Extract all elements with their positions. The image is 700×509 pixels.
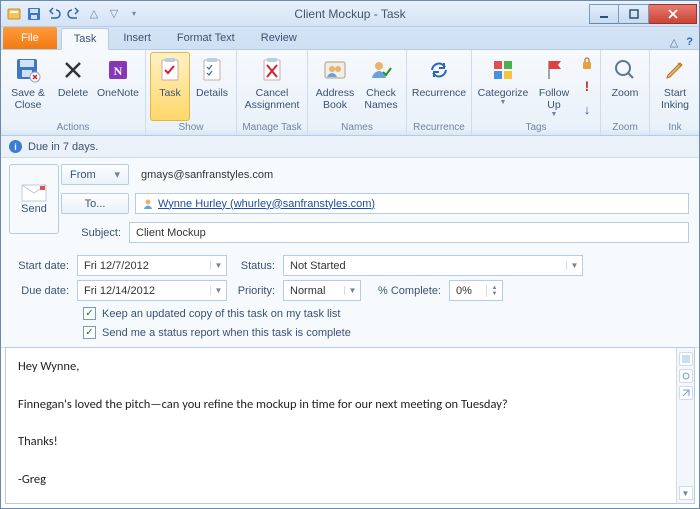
- group-label: Tags: [476, 121, 596, 135]
- check-names-button[interactable]: Check Names: [360, 52, 402, 121]
- window-buttons: [589, 4, 697, 24]
- tab-review[interactable]: Review: [249, 27, 309, 49]
- to-value[interactable]: Wynne Hurley (whurley@sanfranstyles.com): [158, 198, 375, 210]
- info-icon: i: [9, 140, 22, 153]
- label: Task: [159, 87, 181, 99]
- svg-text:N: N: [114, 64, 123, 78]
- message-body-container: Hey Wynne, Finnegan's loved the pitch—ca…: [5, 347, 695, 504]
- ribbon: Save & Close Delete N OneNote Actions Ta…: [1, 50, 699, 136]
- gutter-btn-1[interactable]: [679, 352, 693, 366]
- subject-label: Subject:: [61, 227, 129, 239]
- group-label: Ink: [654, 121, 696, 135]
- label: Check Names: [361, 87, 401, 111]
- label: OneNote: [97, 87, 139, 99]
- message-header: Send From▾ gmays@sanfranstyles.com To...…: [1, 158, 699, 348]
- start-date-label: Start date:: [9, 260, 77, 272]
- subject-field[interactable]: Client Mockup: [129, 222, 689, 243]
- label: Follow Up: [533, 87, 575, 111]
- label: Address Book: [313, 87, 357, 111]
- details-button[interactable]: Details: [192, 52, 232, 121]
- group-label: Manage Task: [241, 121, 303, 135]
- redo-icon[interactable]: [65, 5, 83, 23]
- label: Recurrence: [412, 87, 466, 99]
- label: Categorize: [478, 87, 529, 99]
- minimize-button[interactable]: [589, 4, 619, 24]
- ribbon-tab-row: File Task Insert Format Text Review △ ?: [1, 27, 699, 50]
- categorize-button[interactable]: Categorize▼: [476, 52, 530, 121]
- group-label: Recurrence: [411, 121, 467, 135]
- send-report-label: Send me a status report when this task i…: [102, 327, 351, 339]
- tags-extra: ! ↓: [578, 52, 596, 121]
- title-bar: △ ▽ ▾ Client Mockup - Task: [1, 1, 699, 27]
- label: Save & Close: [6, 87, 50, 111]
- high-importance-icon[interactable]: !: [585, 78, 590, 94]
- tab-task[interactable]: Task: [61, 28, 110, 50]
- complete-spinner[interactable]: 0% ▲▼: [449, 280, 503, 301]
- next-item-icon[interactable]: ▽: [105, 5, 123, 23]
- send-button[interactable]: Send: [9, 164, 59, 234]
- label: Details: [196, 87, 228, 99]
- gutter-btn-2[interactable]: [679, 369, 693, 383]
- save-and-close-button[interactable]: Save & Close: [5, 52, 51, 121]
- save-icon[interactable]: [25, 5, 43, 23]
- gutter-btn-3[interactable]: [679, 386, 693, 400]
- group-label: Show: [150, 121, 232, 135]
- tab-file[interactable]: File: [3, 27, 57, 49]
- delete-button[interactable]: Delete: [53, 52, 93, 121]
- envelope-icon: [20, 183, 48, 203]
- from-button[interactable]: From▾: [61, 164, 129, 185]
- label: Delete: [58, 87, 88, 99]
- send-report-checkbox[interactable]: ✓: [83, 326, 96, 339]
- label: Start Inking: [655, 87, 695, 111]
- tab-insert[interactable]: Insert: [111, 27, 163, 49]
- low-importance-icon[interactable]: ↓: [584, 102, 591, 117]
- group-label: Names: [312, 121, 402, 135]
- task-view-button[interactable]: Task: [150, 52, 190, 121]
- zoom-button[interactable]: Zoom: [605, 52, 645, 121]
- from-value: gmays@sanfranstyles.com: [135, 164, 689, 185]
- body-gutter: ▼: [676, 348, 694, 503]
- minimize-ribbon-icon[interactable]: △: [670, 36, 678, 49]
- maximize-button[interactable]: [619, 4, 649, 24]
- info-bar: i Due in 7 days.: [1, 136, 699, 158]
- priority-dropdown[interactable]: Normal▼: [283, 280, 361, 301]
- previous-item-icon[interactable]: △: [85, 5, 103, 23]
- due-date-picker[interactable]: Fri 12/14/2012▼: [77, 280, 227, 301]
- close-button[interactable]: [649, 4, 697, 24]
- message-body[interactable]: Hey Wynne, Finnegan's loved the pitch—ca…: [6, 348, 676, 503]
- status-label: Status:: [235, 260, 283, 272]
- info-text: Due in 7 days.: [28, 141, 98, 153]
- undo-icon[interactable]: [45, 5, 63, 23]
- start-inking-button[interactable]: Start Inking: [654, 52, 696, 121]
- address-book-button[interactable]: Address Book: [312, 52, 358, 121]
- qat-customize-icon[interactable]: ▾: [125, 5, 143, 23]
- complete-label: % Complete:: [369, 285, 449, 297]
- follow-up-button[interactable]: Follow Up▼: [532, 52, 576, 121]
- private-icon[interactable]: [580, 56, 594, 70]
- to-button[interactable]: To...: [61, 193, 129, 214]
- group-label: Zoom: [605, 121, 645, 135]
- scroll-down-icon[interactable]: ▼: [679, 486, 693, 500]
- to-field[interactable]: Wynne Hurley (whurley@sanfranstyles.com): [135, 193, 689, 214]
- recurrence-button[interactable]: Recurrence: [411, 52, 467, 121]
- priority-label: Priority:: [235, 285, 283, 297]
- tab-format-text[interactable]: Format Text: [165, 27, 247, 49]
- status-dropdown[interactable]: Not Started▼: [283, 255, 583, 276]
- quick-access-toolbar: △ ▽ ▾: [1, 5, 143, 23]
- label: Cancel Assignment: [242, 87, 302, 111]
- contact-icon: [142, 198, 154, 210]
- keep-copy-label: Keep an updated copy of this task on my …: [102, 308, 340, 320]
- due-date-label: Due date:: [9, 285, 77, 297]
- cancel-assignment-button[interactable]: Cancel Assignment: [241, 52, 303, 121]
- label: Zoom: [612, 87, 639, 99]
- help-icon[interactable]: ?: [686, 36, 693, 49]
- app-icon[interactable]: [5, 5, 23, 23]
- group-label: Actions: [5, 121, 141, 135]
- label: Send: [21, 203, 47, 215]
- keep-copy-checkbox[interactable]: ✓: [83, 307, 96, 320]
- start-date-picker[interactable]: Fri 12/7/2012▼: [77, 255, 227, 276]
- onenote-button[interactable]: N OneNote: [95, 52, 141, 121]
